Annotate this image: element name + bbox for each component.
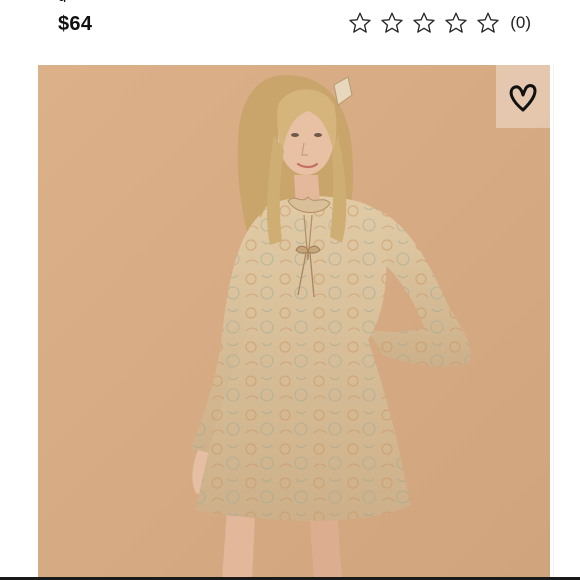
heart-outline-icon xyxy=(507,80,539,114)
star-icon[interactable] xyxy=(380,11,404,35)
rating-stars[interactable]: (0) xyxy=(348,11,531,35)
star-icon[interactable] xyxy=(348,11,372,35)
star-icon[interactable] xyxy=(412,11,436,35)
model-illustration xyxy=(38,65,550,580)
product-photo[interactable] xyxy=(38,65,550,580)
review-count[interactable]: (0) xyxy=(510,13,531,33)
star-icon[interactable] xyxy=(476,11,500,35)
product-title-fragment: g xyxy=(58,0,66,2)
star-icon[interactable] xyxy=(444,11,468,35)
product-price: $64 xyxy=(58,13,93,35)
scrollbar[interactable] xyxy=(553,65,554,580)
favorite-button[interactable] xyxy=(496,65,550,128)
